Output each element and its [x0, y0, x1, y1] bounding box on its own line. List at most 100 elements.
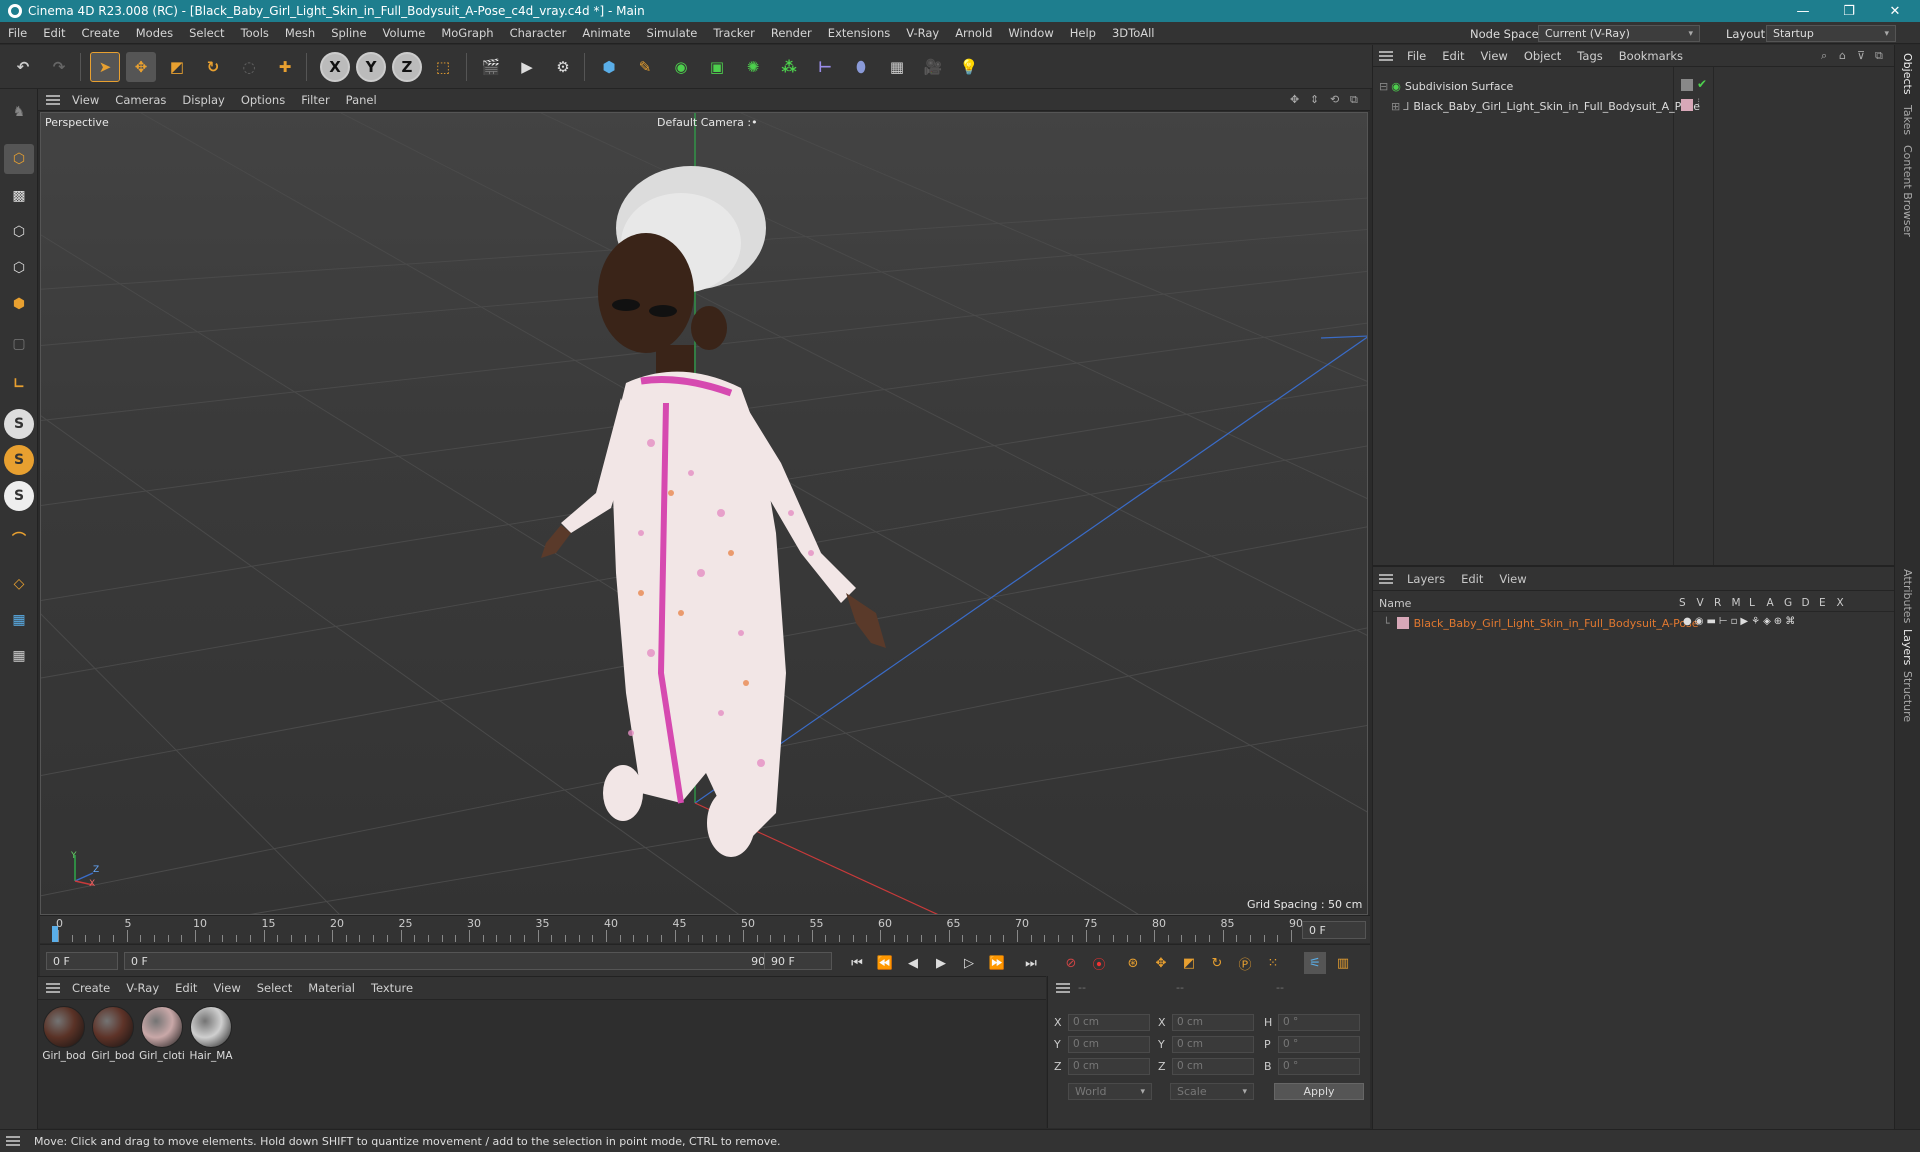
object-row-baby[interactable]: ⊞ ⅃ Black_Baby_Girl_Light_Skin_in_Full_B…	[1391, 97, 1700, 115]
key-pla-icon[interactable]: ⁙	[1262, 952, 1284, 974]
tab-objects[interactable]: Objects	[1901, 53, 1914, 95]
size-y-field[interactable]: 0 cm	[1172, 1036, 1254, 1053]
menu-vray[interactable]: V-Ray	[898, 26, 947, 40]
camera-icon[interactable]: 🎥	[918, 52, 948, 82]
menu-extensions[interactable]: Extensions	[820, 26, 898, 40]
viewport-menu-view[interactable]: View	[64, 93, 107, 107]
material-menu-edit[interactable]: Edit	[167, 981, 205, 995]
polygons-mode-icon[interactable]: ⬢	[4, 289, 34, 319]
rotation-h-field[interactable]: 0 °	[1278, 1014, 1360, 1031]
material-menu-view[interactable]: View	[205, 981, 248, 995]
live-selection-icon[interactable]: ◌	[234, 52, 264, 82]
snap-icon[interactable]: S	[4, 409, 34, 439]
menu-modes[interactable]: Modes	[128, 26, 181, 40]
pen-spline-icon[interactable]: ✎	[630, 52, 660, 82]
menu-animate[interactable]: Animate	[574, 26, 638, 40]
tab-takes[interactable]: Takes	[1901, 105, 1914, 135]
viewport-menu-panel[interactable]: Panel	[338, 93, 385, 107]
layer-color-swatch[interactable]	[1397, 617, 1409, 629]
axis-y-lock-icon[interactable]: Y	[356, 52, 386, 82]
subdivision-surface-icon[interactable]: ◉	[666, 52, 696, 82]
cube-primitive-icon[interactable]: ⬢	[594, 52, 624, 82]
viewport-menu-filter[interactable]: Filter	[293, 93, 337, 107]
size-z-field[interactable]: 0 cm	[1172, 1058, 1254, 1075]
deformer-icon[interactable]: ⊢	[810, 52, 840, 82]
expand-icon[interactable]: ⊞	[1391, 100, 1400, 113]
tab-attributes[interactable]: Attributes	[1901, 569, 1914, 623]
material-swatch[interactable]: Hair_MA	[188, 1006, 234, 1062]
key-scale-icon[interactable]: ◩	[1178, 952, 1200, 974]
grid-icon[interactable]: ▦	[4, 605, 34, 635]
menu-mograph[interactable]: MoGraph	[433, 26, 501, 40]
next-key-icon[interactable]: ⏩	[986, 952, 1008, 974]
object-menu-file[interactable]: File	[1399, 49, 1434, 63]
viewport-menu-icon[interactable]	[46, 94, 60, 105]
size-x-field[interactable]: 0 cm	[1172, 1014, 1254, 1031]
object-menu-bookmarks[interactable]: Bookmarks	[1611, 49, 1691, 63]
collapse-icon[interactable]: ⊟	[1379, 80, 1388, 93]
menu-tracker[interactable]: Tracker	[705, 26, 763, 40]
object-new-window-icon[interactable]: ⧉	[1875, 49, 1883, 63]
rotation-b-field[interactable]: 0 °	[1278, 1058, 1360, 1075]
edges-mode-icon[interactable]: ⬡	[4, 253, 34, 283]
move-tool-icon[interactable]: ✥	[126, 52, 156, 82]
layer-menu-edit[interactable]: Edit	[1453, 572, 1491, 586]
object-row-subdivision[interactable]: ⊟ ◉ Subdivision Surface	[1379, 77, 1513, 95]
rotate-tool-icon[interactable]: ↻	[198, 52, 228, 82]
frame-range-slider[interactable]: 0 F90 F	[124, 952, 782, 970]
workplane-snap-icon[interactable]: S	[4, 481, 34, 511]
node-space-select[interactable]: Current (V-Ray)	[1538, 25, 1700, 42]
cloner-icon[interactable]: ✺	[738, 52, 768, 82]
object-menu-tags[interactable]: Tags	[1569, 49, 1610, 63]
render-view-icon[interactable]: 🎬	[476, 52, 506, 82]
points-mode-icon[interactable]: ⬡	[4, 217, 34, 247]
locked-workplane-icon[interactable]: ▦	[4, 641, 34, 671]
tab-content-browser[interactable]: Content Browser	[1901, 145, 1914, 237]
viewport-zoom-icon[interactable]: ⇕	[1310, 93, 1319, 106]
viewport-menu-display[interactable]: Display	[174, 93, 232, 107]
mograph-icon[interactable]: ⁂	[774, 52, 804, 82]
axis-x-lock-icon[interactable]: X	[320, 52, 350, 82]
object-menu-icon[interactable]	[1379, 50, 1393, 61]
menu-create[interactable]: Create	[74, 26, 128, 40]
layer-color-tag-icon[interactable]	[1681, 99, 1693, 111]
menu-volume[interactable]: Volume	[375, 26, 434, 40]
material-menu-texture[interactable]: Texture	[363, 981, 421, 995]
menu-simulate[interactable]: Simulate	[639, 26, 706, 40]
render-settings-icon[interactable]: ⚙	[548, 52, 578, 82]
tab-layers[interactable]: Layers	[1901, 629, 1914, 665]
model-mode-icon[interactable]: ♞	[4, 97, 34, 127]
generator-flag-icon[interactable]: ⚘	[1751, 616, 1760, 627]
menu-character[interactable]: Character	[502, 26, 575, 40]
viewport-move-icon[interactable]: ✥	[1290, 93, 1299, 106]
material-swatch[interactable]: Girl_bod	[90, 1006, 136, 1062]
3d-viewport[interactable]: Perspective Default Camera :• Grid Spaci…	[40, 112, 1368, 915]
extrude-generator-icon[interactable]: ▣	[702, 52, 732, 82]
undo-icon[interactable]: ↶	[8, 52, 38, 82]
menu-tools[interactable]: Tools	[233, 26, 277, 40]
material-menu-vray[interactable]: V-Ray	[118, 981, 167, 995]
position-z-field[interactable]: 0 cm	[1068, 1058, 1150, 1075]
menu-window[interactable]: Window	[1000, 26, 1061, 40]
light-icon[interactable]: 💡	[954, 52, 984, 82]
menu-file[interactable]: File	[0, 26, 35, 40]
position-y-field[interactable]: 0 cm	[1068, 1036, 1150, 1053]
axis-z-lock-icon[interactable]: Z	[392, 52, 422, 82]
material-menu-material[interactable]: Material	[300, 981, 363, 995]
current-frame-field[interactable]: 0 F	[1302, 921, 1366, 939]
coordinate-system-icon[interactable]: ⬚	[428, 52, 458, 82]
material-menu-select[interactable]: Select	[249, 981, 300, 995]
layout-select[interactable]: Startup	[1766, 25, 1896, 42]
start-frame-field[interactable]: 0 F	[46, 952, 118, 970]
transform-icon[interactable]: ✚	[270, 52, 300, 82]
menu-arnold[interactable]: Arnold	[947, 26, 1000, 40]
prev-frame-icon[interactable]: ◀	[902, 952, 924, 974]
redo-icon[interactable]: ↷	[44, 52, 74, 82]
rotation-p-field[interactable]: 0 °	[1278, 1036, 1360, 1053]
object-menu-edit[interactable]: Edit	[1434, 49, 1472, 63]
locked-flag-icon[interactable]: ▫	[1731, 616, 1738, 627]
autokey-icon[interactable]: ⦿	[1088, 952, 1110, 974]
object-search-icon[interactable]: ⌕	[1821, 49, 1827, 63]
solo-flag-icon[interactable]: ●	[1683, 616, 1692, 627]
animation-flag-icon[interactable]: ▶	[1740, 616, 1748, 627]
